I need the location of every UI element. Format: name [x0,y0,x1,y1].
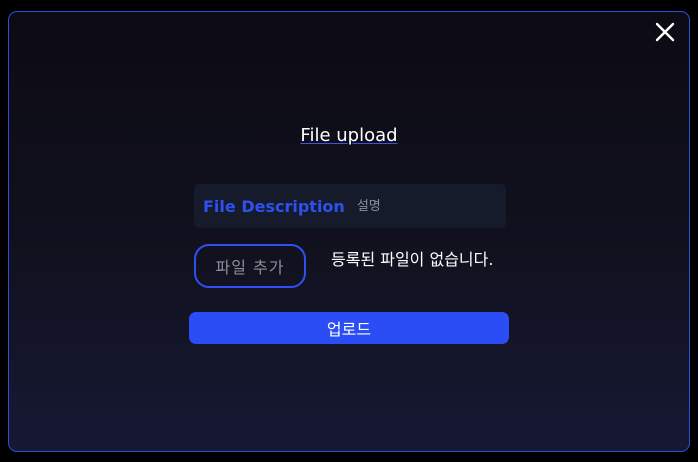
file-description-field: File Description [194,184,517,228]
add-file-button[interactable]: 파일 추가 [194,244,306,288]
close-button[interactable] [654,21,676,43]
close-icon [655,22,675,42]
file-description-label: File Description [203,196,345,216]
file-description-input[interactable] [356,198,517,214]
file-upload-modal: File upload File Description 파일 추가 등록된 파… [8,11,690,452]
modal-title: File upload [9,124,689,148]
upload-button[interactable]: 업로드 [189,312,509,344]
modal-title-text: File upload [300,125,398,146]
no-file-message: 등록된 파일이 없습니다. [331,250,494,269]
